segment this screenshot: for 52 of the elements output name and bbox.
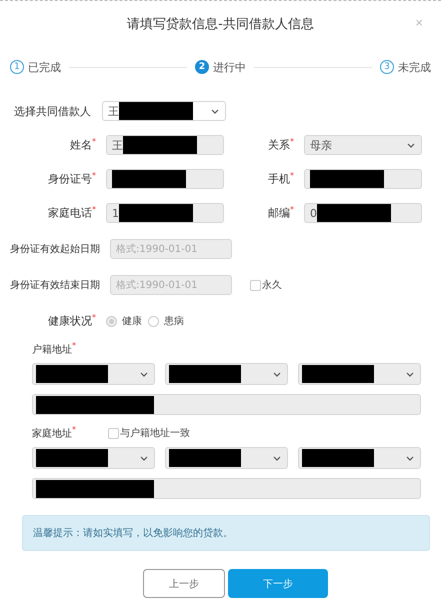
caret-icon: [406, 372, 414, 376]
back-button[interactable]: 上一步: [143, 569, 225, 598]
field-label: 邮编$^{*}$: [267, 205, 294, 221]
field-label: 户籍地址$^{*}$: [32, 341, 77, 357]
input-field[interactable]: 王: [106, 135, 224, 155]
field-label: 身份证有效起始日期: [10, 242, 101, 256]
field-label: 关系$^{*}$: [267, 137, 294, 153]
caret-icon: [407, 142, 415, 148]
select-field[interactable]: [165, 447, 288, 469]
caret-icon: [140, 372, 148, 376]
field-label: 姓名$^{*}$: [69, 137, 96, 153]
select-field[interactable]: [298, 363, 421, 385]
input-field[interactable]: [304, 169, 422, 189]
step-number: 1: [10, 60, 24, 74]
radio-button[interactable]: [148, 316, 159, 326]
step-label: 未完成: [398, 60, 431, 74]
select-field[interactable]: [165, 363, 288, 385]
caret-icon: [273, 372, 281, 376]
select-field[interactable]: [32, 363, 155, 385]
input-field[interactable]: [106, 169, 224, 189]
checkbox-label: 永久: [262, 278, 282, 292]
radio-button[interactable]: [106, 316, 117, 326]
step-label: 进行中: [213, 60, 246, 74]
field-label: 身份证有效结束日期: [10, 278, 101, 292]
select-field[interactable]: [32, 447, 155, 469]
checkbox[interactable]: [250, 280, 261, 290]
input-field[interactable]: 0: [304, 203, 422, 223]
address-field[interactable]: [32, 394, 421, 415]
address-field[interactable]: [32, 478, 421, 499]
caret-icon: [211, 108, 219, 114]
select-field[interactable]: 母亲: [304, 135, 422, 155]
radio-label: 患病: [164, 314, 184, 328]
radio-label: 健康: [122, 314, 142, 328]
field-label: 家庭电话$^{*}$: [47, 205, 96, 221]
select-field[interactable]: 王: [102, 101, 226, 121]
caret-icon: [140, 456, 148, 460]
select-field[interactable]: [298, 447, 421, 469]
notice-text: 温馨提示：请如实填写，以免影响您的贷款。: [22, 515, 430, 551]
checkbox[interactable]: [108, 428, 119, 438]
field-label: 选择共同借款人: [13, 104, 92, 118]
checkbox-label: 与户籍地址一致: [120, 426, 190, 440]
step-label: 已完成: [28, 60, 61, 74]
field-label: 身份证号$^{*}$: [47, 171, 96, 187]
caret-icon: [273, 456, 281, 460]
field-label: 手机$^{*}$: [267, 171, 294, 187]
field-label: 家庭地址$^{*}$: [32, 425, 77, 441]
input-field[interactable]: 1: [106, 203, 224, 223]
step-number: 3: [380, 60, 394, 74]
field-label: 健康状况$^{*}$: [47, 313, 96, 329]
step-number: 2: [195, 60, 209, 74]
dialog-title: 请填写贷款信息-共同借款人信息: [127, 16, 314, 34]
caret-icon: [406, 456, 414, 460]
